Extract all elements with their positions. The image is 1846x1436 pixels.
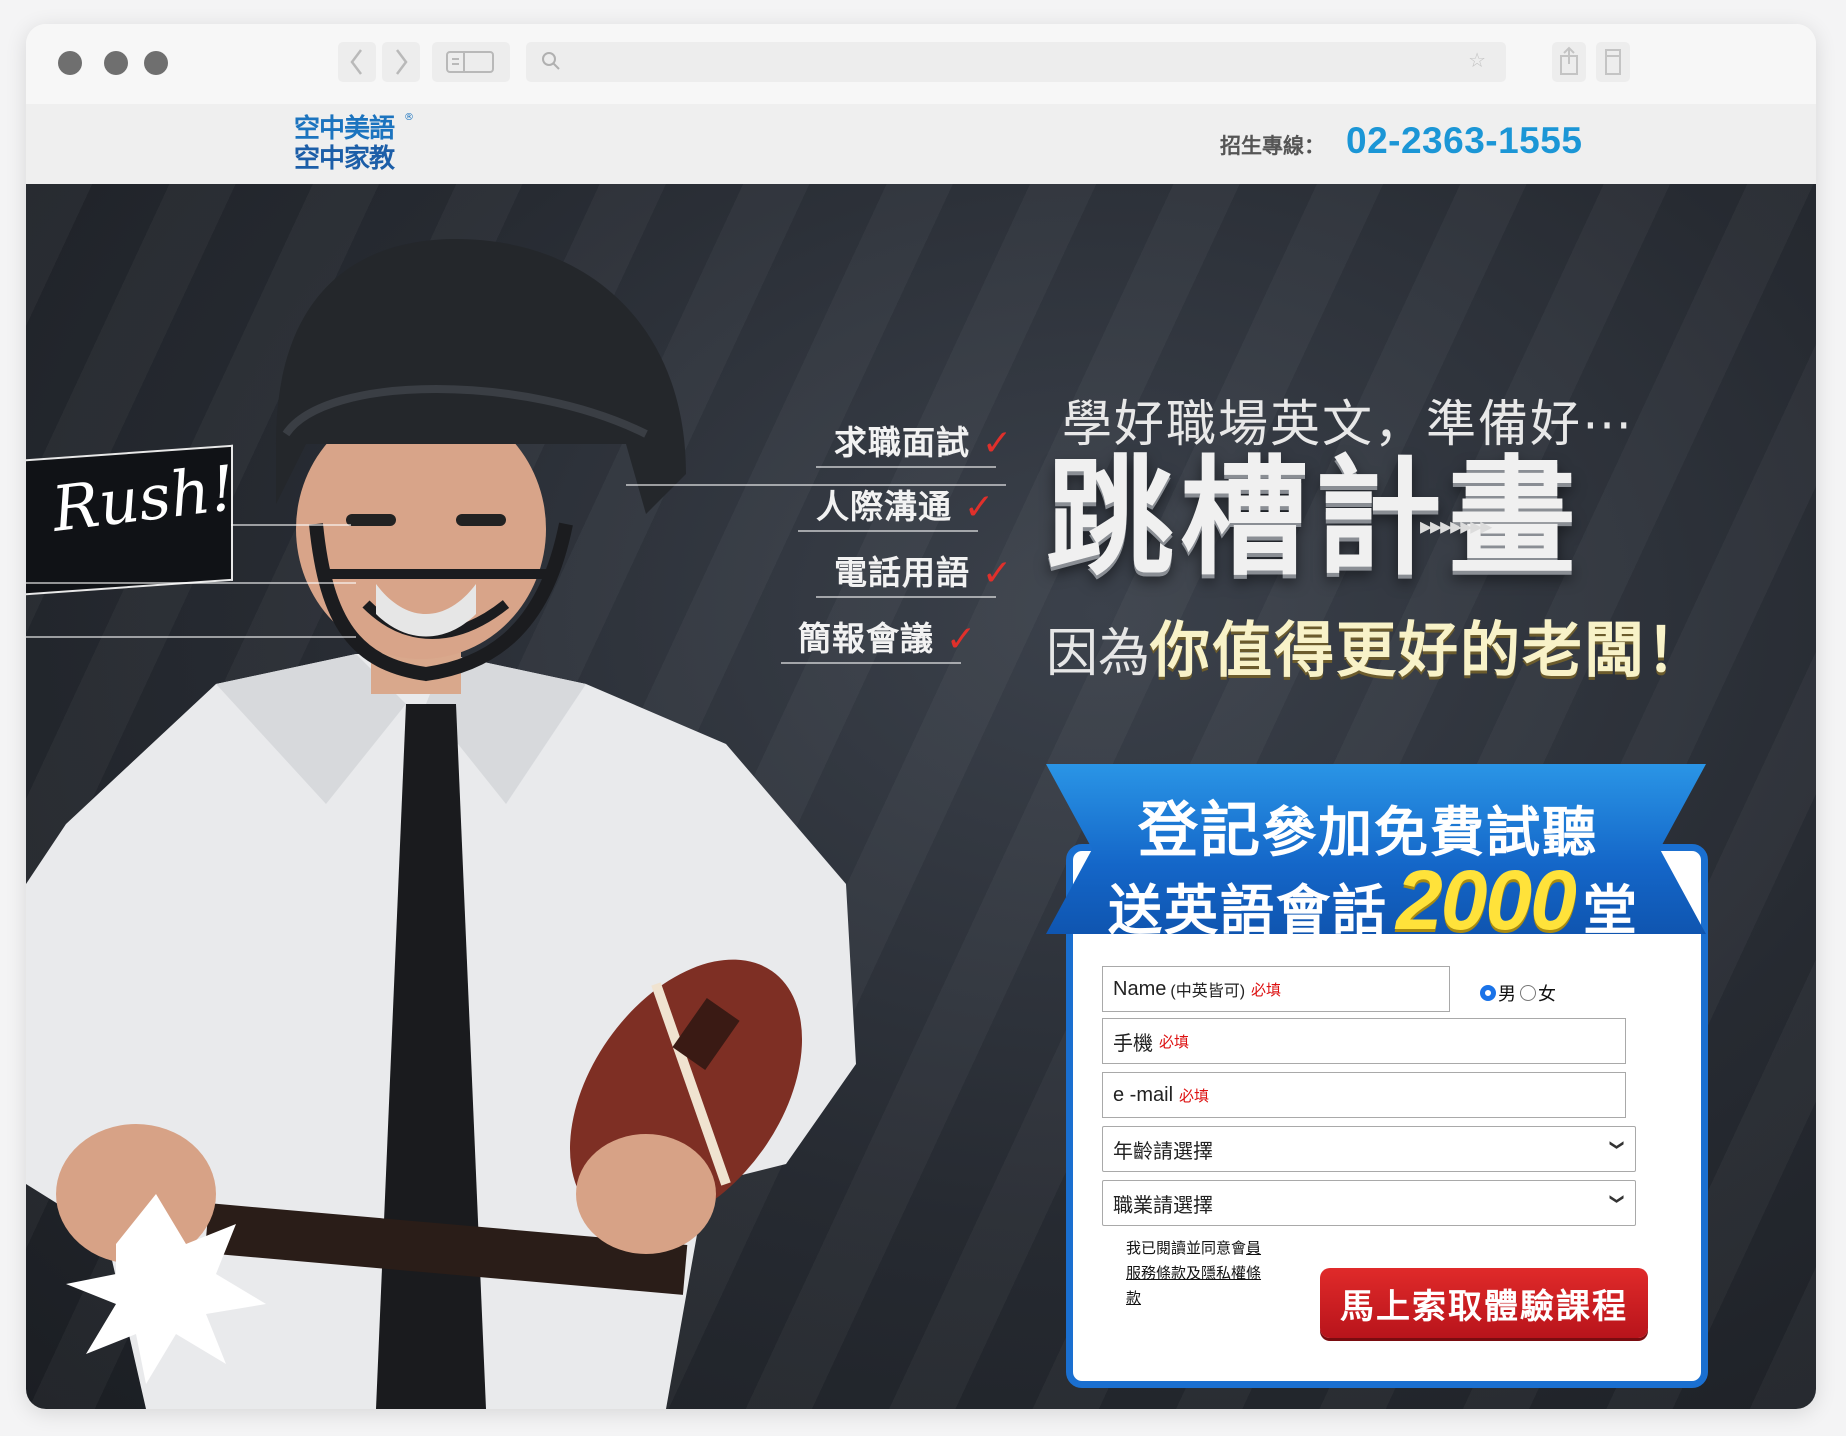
gender-female-label: 女 (1538, 984, 1556, 1005)
banner-count: 2000 (1396, 853, 1577, 947)
share-button[interactable] (1552, 42, 1586, 82)
phone-placeholder: 手機 (1113, 1032, 1153, 1055)
required-mark: 必填 (1159, 1033, 1190, 1051)
hotline-number[interactable]: 02-2363-1555 (1346, 120, 1582, 162)
gender-male-radio[interactable] (1480, 985, 1496, 1001)
star-icon[interactable]: ☆ (1468, 48, 1486, 72)
check-icon: ✓ (982, 423, 1013, 464)
site-header: 空中美語 空中家教 ® 招生專線： 02-2363-1555 (26, 104, 1816, 184)
headline-title: 跳槽計畫 (1046, 444, 1583, 593)
skill-label: 人際溝通 (816, 487, 952, 526)
skill-label: 求職面試 (834, 423, 970, 462)
age-select-value: 年齡請選擇 (1113, 1138, 1213, 1163)
skill-item: 人際溝通 ✓ (816, 480, 994, 528)
occupation-select-value: 職業請選擇 (1113, 1192, 1213, 1217)
banner-unit: 堂 (1582, 879, 1639, 942)
chevron-right-icon (396, 49, 408, 75)
name-note: (中英皆可) (1170, 983, 1246, 1000)
check-icon: ✓ (982, 553, 1013, 594)
window-minimize-button[interactable] (104, 51, 128, 75)
browser-toolbar: ☆ (26, 24, 1816, 104)
banner-offer: 送英語會話 (1108, 879, 1388, 942)
required-mark: 必填 (1251, 981, 1282, 999)
back-button[interactable] (338, 42, 376, 82)
phone-input[interactable]: 手機 必填 (1102, 1018, 1626, 1064)
skill-underline (781, 662, 961, 664)
name-input[interactable]: Name (中英皆可) 必填 (1102, 966, 1450, 1012)
hotline-label: 招生專線： (1220, 134, 1325, 158)
check-icon: ✓ (964, 487, 995, 528)
required-mark: 必填 (1179, 1087, 1210, 1105)
age-select[interactable]: 年齡請選擇 ❯ (1102, 1126, 1636, 1172)
headline-tagline: 因為 你值得更好的老闆！ (1046, 602, 1708, 689)
window-zoom-button[interactable] (144, 51, 168, 75)
tagline-main: 你值得更好的老闆！ (1150, 616, 1709, 686)
window-close-button[interactable] (58, 51, 82, 75)
chevron-down-icon: ❯ (1609, 1139, 1626, 1151)
skill-underline (816, 596, 996, 598)
browser-window: ☆ 空中美語 空中家教 ® 招生專線： 02-2363-1555 Rush! 求… (26, 24, 1816, 1409)
skill-label: 電話用語 (834, 553, 970, 592)
skill-item: 簡報會議 ✓ (798, 612, 976, 660)
brand-logo[interactable]: 空中美語 空中家教 ® (294, 112, 424, 176)
tabs-icon (1605, 49, 1621, 75)
tagline-prefix: 因為 (1046, 624, 1151, 684)
sidebar-icon (446, 51, 494, 73)
share-icon (1560, 46, 1578, 75)
email-input[interactable]: e -mail 必填 (1102, 1072, 1626, 1118)
registered-mark: ® (404, 112, 414, 123)
terms-text: 我已閱讀並同意會 (1126, 1239, 1247, 1257)
chevron-left-icon (350, 49, 362, 75)
connector-line (26, 582, 356, 584)
skill-label: 簡報會議 (798, 619, 934, 658)
sidebar-button[interactable] (432, 42, 510, 82)
banner-line2: 送英語會話 2000 堂 (1108, 852, 1639, 949)
submit-button[interactable]: 馬上索取體驗課程 (1320, 1268, 1648, 1338)
hero-section: Rush! 求職面試 ✓ 人際溝通 ✓ 電話用語 ✓ 簡報會議 ✓ 學好職場英文… (26, 184, 1816, 1409)
check-icon: ✓ (946, 619, 977, 660)
football-player-image (26, 239, 856, 1409)
name-placeholder: Name (1113, 977, 1167, 1000)
connector-line (26, 636, 356, 638)
tabs-button[interactable] (1596, 42, 1630, 82)
connector-line (231, 524, 351, 526)
email-placeholder: e -mail (1113, 1083, 1174, 1106)
arrow-decoration: ▸▸▸▸▸▸▸ (1420, 512, 1492, 540)
terms-notice: 我已閱讀並同意會員服務條款及隱私權條款 (1126, 1236, 1271, 1311)
skill-item: 電話用語 ✓ (834, 546, 1012, 594)
skill-underline (798, 530, 978, 532)
skill-item: 求職面試 ✓ (834, 416, 1012, 464)
gender-radio-group: 男 女 (1480, 980, 1556, 1006)
chevron-down-icon: ❯ (1609, 1193, 1626, 1205)
logo-line2: 空中家教 (294, 144, 395, 174)
address-bar[interactable]: ☆ (526, 42, 1506, 82)
gender-female-radio[interactable] (1520, 985, 1536, 1001)
forward-button[interactable] (382, 42, 420, 82)
gender-male-label: 男 (1498, 984, 1516, 1005)
search-icon (542, 52, 560, 70)
occupation-select[interactable]: 職業請選擇 ❯ (1102, 1180, 1636, 1226)
skill-underline (816, 466, 996, 468)
